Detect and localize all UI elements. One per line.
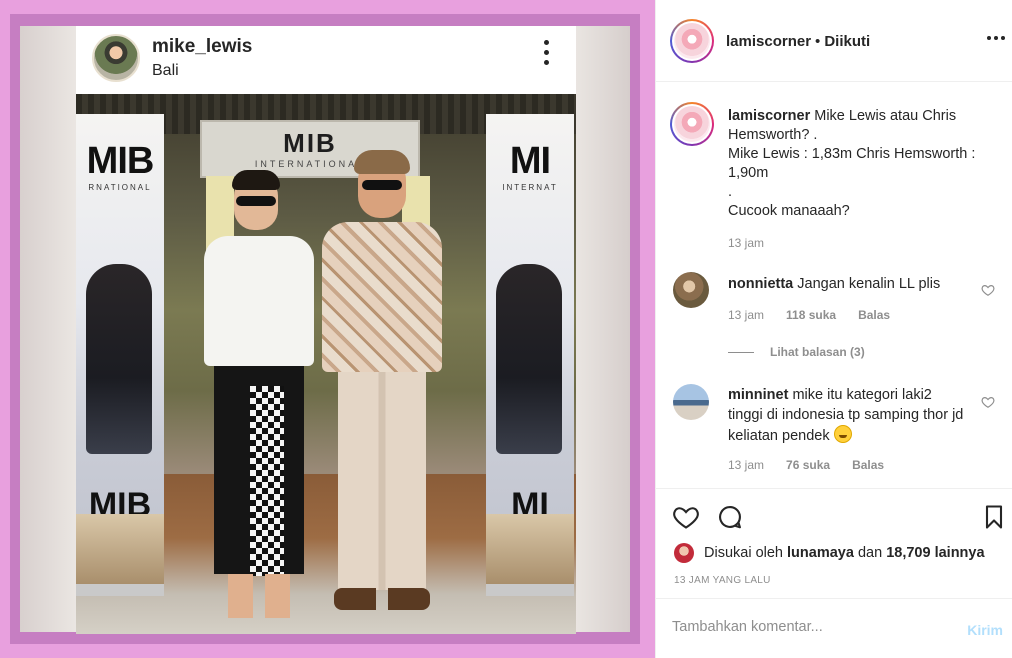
likes-prefix: Disukai oleh [704,545,783,561]
comment-time[interactable]: 13 jam [728,458,764,472]
embedded-avatar [92,34,140,82]
comment-input[interactable] [672,619,942,635]
caption-line-3: . [728,184,733,200]
banner-right-agent [496,264,562,454]
likes-summary: Disukai oleh lunamaya dan 18,709 lainnya [674,543,985,563]
banner-left-city [76,514,164,584]
embedded-location: Bali [152,62,179,79]
replies-line [728,351,754,353]
likes-middle: dan [857,545,883,561]
bookmark-icon[interactable] [980,503,1008,531]
reply-button[interactable]: Balas [858,308,890,322]
banner-stand-right [486,584,574,596]
photo-scene: MIB INTERNATIONAL MIB RNATIONAL MIB MI I… [76,94,576,634]
view-replies-button[interactable]: Lihat balasan (3) [728,345,865,359]
banner-left: MIB RNATIONAL MIB [76,114,164,584]
comment-meta: 13 jam 118 suka Balas [728,308,890,322]
banner-left-agent [86,264,152,454]
author-line: lamiscorner • Diikuti [726,33,870,50]
banner-right-logo: MI [509,140,551,182]
caption-time[interactable]: 13 jam [728,236,764,250]
banner-stand-left [76,584,164,596]
small-heart-icon[interactable] [981,283,995,297]
person-left [204,170,314,624]
comment-text: minninet mike itu kategori laki2 tinggi … [728,385,968,446]
banner-left-logo: MIB [86,140,155,182]
commenter-avatar[interactable] [673,384,709,420]
heart-icon[interactable] [672,503,700,531]
small-heart-icon[interactable] [981,395,995,409]
comment-icon[interactable] [716,503,744,531]
commenter-username[interactable]: nonnietta [728,276,793,292]
caption-line-2: Mike Lewis : 1,83m Chris Hemsworth : 1,9… [728,146,976,181]
post-header: lamiscorner • Diikuti [656,0,1012,82]
view-replies-label: Lihat balasan (3) [770,345,865,359]
comment-likes[interactable]: 118 suka [786,308,836,322]
banner-right-sub: INTERNAT [502,183,558,192]
banner-left-sub: RNATIONAL [88,183,152,192]
add-comment-bar: Kirim [656,598,1012,658]
post-image[interactable]: mike_lewis Bali MIB INTERNATIONAL MIB RN… [0,0,655,658]
liker-avatar[interactable] [674,543,694,563]
send-button[interactable]: Kirim [967,622,1003,638]
comment-text: nonnietta Jangan kenalin LL plis [728,274,968,294]
caption-username[interactable]: lamiscorner [728,108,810,124]
separator-dot: • [815,33,821,50]
grin-emoji [833,425,852,443]
caption: lamiscorner Mike Lewis atau Chris Hemswo… [728,107,998,221]
commenter-avatar[interactable] [673,272,709,308]
liker-username[interactable]: lunamaya [787,545,854,561]
likes-count[interactable]: 18,709 lainnya [886,545,984,561]
reply-button[interactable]: Balas [852,458,884,472]
comment-body: Jangan kenalin LL plis [797,276,941,292]
author-avatar[interactable] [670,19,714,63]
banner-right-city [486,514,574,584]
commenter-username[interactable]: minninet [728,387,788,403]
post-sidebar: lamiscorner • Diikuti lamiscorner Mike Lew… [655,0,1012,658]
embedded-post-screenshot: mike_lewis Bali MIB INTERNATIONAL MIB RN… [76,26,576,634]
comment-time[interactable]: 13 jam [728,308,764,322]
embedded-username: mike_lewis [152,36,253,57]
posted-time[interactable]: 13 JAM YANG LALU [674,575,771,586]
post-actions: Disukai oleh lunamaya dan 18,709 lainnya… [656,488,1012,598]
comment-likes[interactable]: 76 suka [786,458,830,472]
caption-avatar[interactable] [670,102,714,146]
author-username[interactable]: lamiscorner [726,33,811,50]
comment-meta: 13 jam 76 suka Balas [728,458,884,472]
embedded-more-icon [544,40,550,68]
more-options-icon[interactable] [987,36,1005,40]
embedded-post-header: mike_lewis Bali [76,26,576,94]
follow-button[interactable]: Diikuti [824,33,870,50]
caption-line-4: Cucook manaaah? [728,203,850,219]
person-right [322,150,442,626]
banner-right: MI INTERNAT MI [486,114,574,584]
